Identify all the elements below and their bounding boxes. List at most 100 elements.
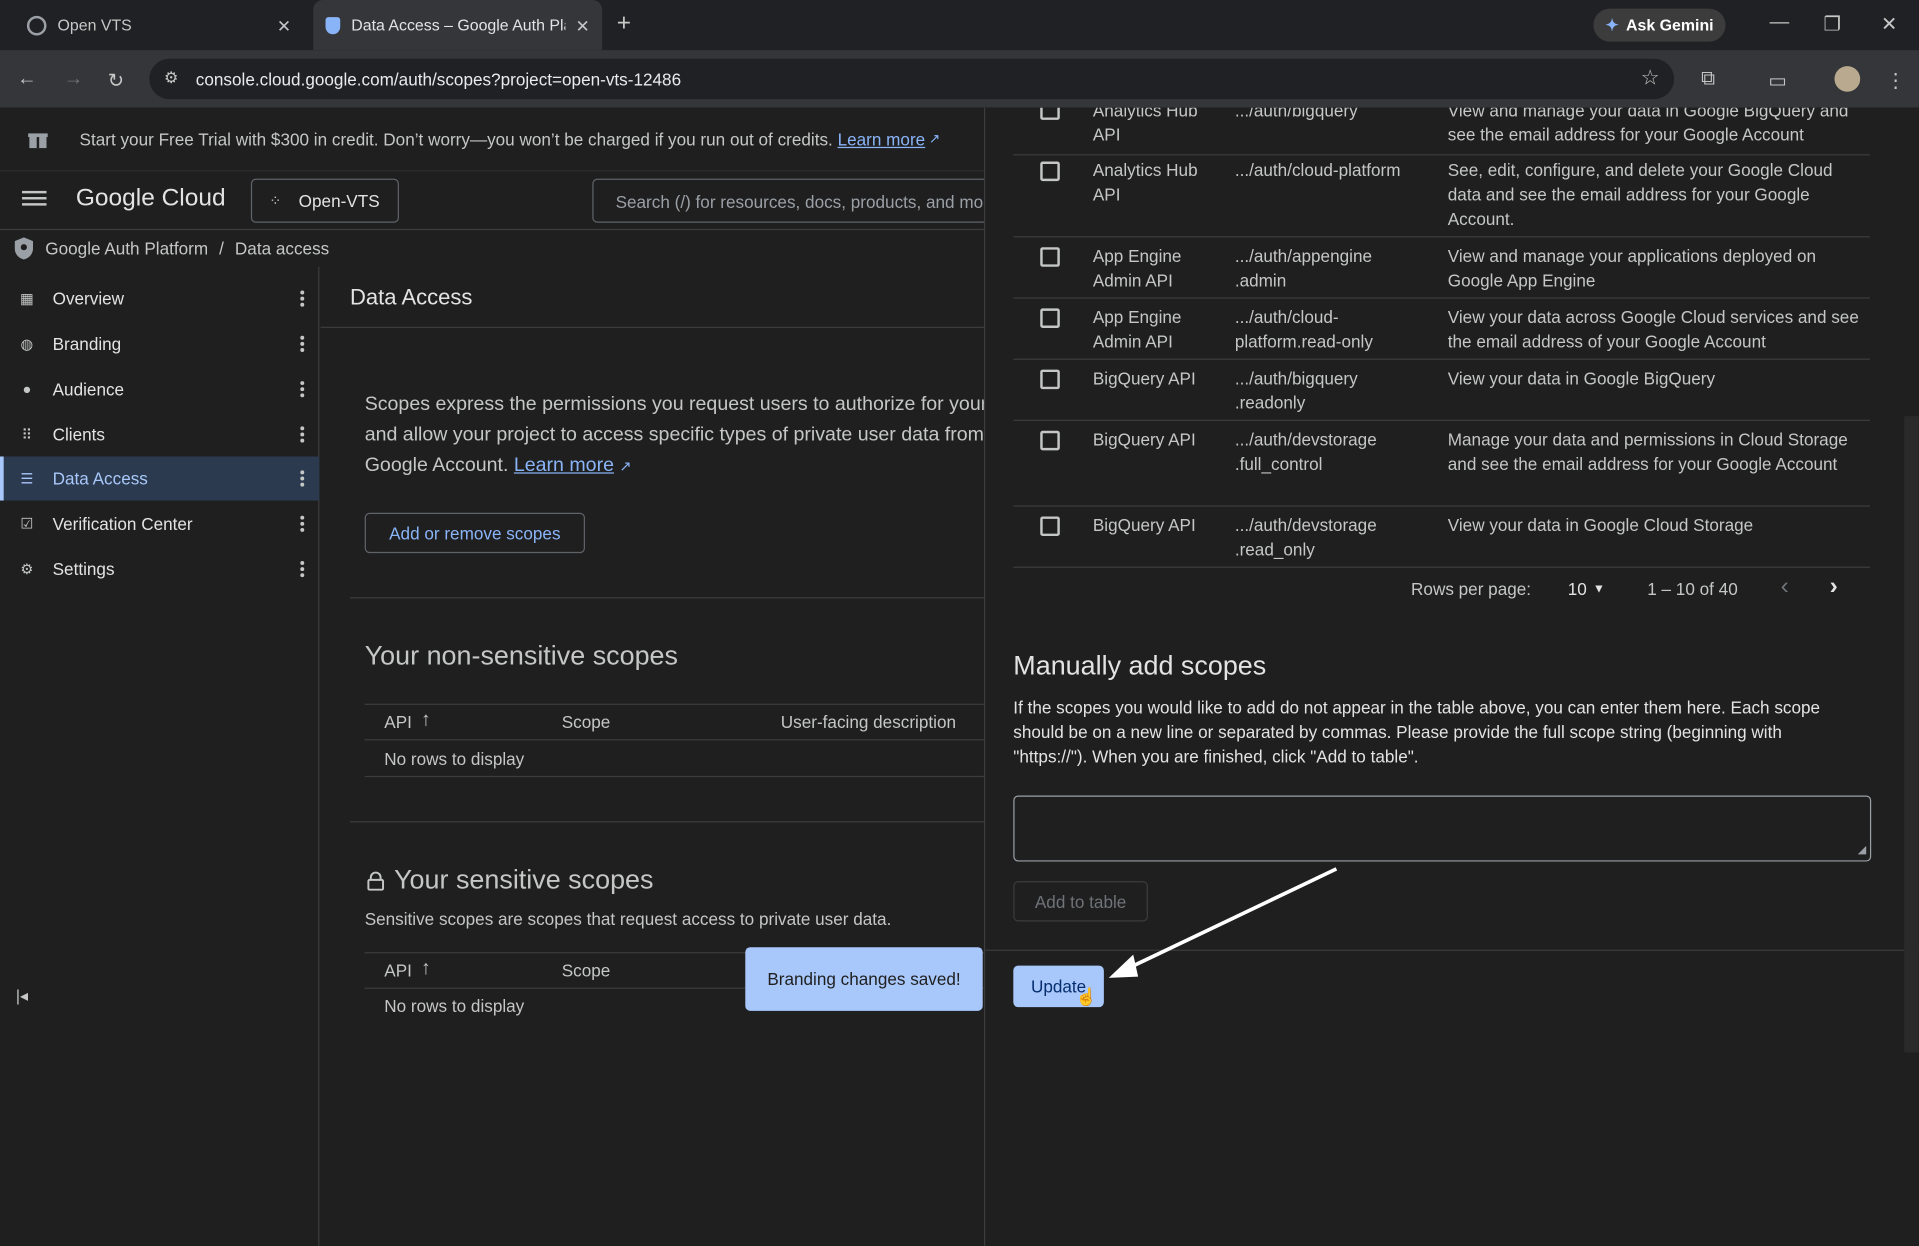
next-page-icon[interactable]: ›: [1830, 573, 1838, 601]
row-checkbox[interactable]: [1040, 161, 1060, 182]
site-info-icon[interactable]: ⚙: [164, 69, 178, 89]
scopes-textarea[interactable]: [1013, 795, 1872, 862]
extensions-icon[interactable]: ⧉: [1701, 69, 1715, 91]
profile-avatar[interactable]: [1834, 66, 1861, 92]
console-search-input[interactable]: Search (/) for resources, docs, products…: [592, 178, 997, 223]
row-scope: .../auth/devstorage .full_control: [1234, 429, 1377, 474]
palette-icon: ◍: [20, 335, 34, 353]
sensitive-scopes-title: Your sensitive scopes: [394, 864, 654, 895]
row-checkbox[interactable]: [1040, 369, 1060, 390]
resize-handle-icon[interactable]: ◢: [1858, 843, 1866, 856]
grid-icon: ⠿: [21, 425, 33, 444]
row-scope: .../auth/cloud-platform: [1234, 160, 1401, 180]
google-cloud-logo[interactable]: Google Cloud: [76, 185, 226, 213]
breadcrumb-root[interactable]: Google Auth Platform: [45, 239, 208, 259]
more-options-icon[interactable]: [300, 335, 305, 352]
back-icon[interactable]: ←: [17, 69, 37, 91]
row-description: See, edit, configure, and delete your Go…: [1447, 160, 1833, 229]
row-description: View and manage your applications deploy…: [1447, 245, 1817, 291]
more-options-icon[interactable]: [300, 560, 305, 578]
banner-learn-more-link[interactable]: Learn more: [838, 129, 926, 149]
scopes-description-text: Scopes express the permissions you reque…: [364, 394, 1028, 477]
scopes-description: Scopes express the permissions you reque…: [365, 389, 1050, 482]
row-checkbox[interactable]: [1040, 308, 1060, 328]
gemini-spark-icon: ✦: [1605, 15, 1619, 34]
page-title: Data Access: [350, 285, 473, 310]
table-row: App Engine Admin API .../auth/appengine …: [1013, 237, 1870, 299]
menu-kebab-icon[interactable]: ⋮: [1886, 69, 1906, 93]
address-bar[interactable]: ⚙ console.cloud.google.com/auth/scopes?p…: [149, 58, 1675, 100]
dashboard-icon: ▦: [19, 290, 34, 308]
sidebar-item-audience[interactable]: ● Audience: [0, 367, 319, 411]
table-row: Analytics Hub API .../auth/bigquery View…: [1013, 107, 1870, 156]
breadcrumb-current: Data access: [234, 238, 330, 259]
row-checkbox[interactable]: [1040, 430, 1060, 451]
more-options-icon[interactable]: [300, 381, 305, 398]
row-description: Manage your data and permissions in Clou…: [1447, 429, 1848, 474]
row-scope: .../auth/appengine .admin: [1234, 245, 1373, 291]
close-tab-icon[interactable]: ✕: [576, 16, 590, 37]
more-options-icon[interactable]: [300, 426, 305, 443]
scopes-learn-more-link[interactable]: Learn more: [514, 455, 614, 476]
sidebar-item-verification-center[interactable]: ☑ Verification Center: [0, 502, 319, 546]
close-tab-icon[interactable]: ✕: [277, 16, 291, 37]
row-api: App Engine Admin API: [1092, 245, 1182, 291]
panel-scrollbar[interactable]: [1904, 416, 1919, 1053]
project-picker-button[interactable]: ⁘ Open-VTS: [250, 178, 399, 223]
reload-icon[interactable]: ↻: [108, 69, 124, 93]
collapse-sidebar-icon[interactable]: |◂: [16, 986, 28, 1006]
dropdown-arrow-icon: ▼: [1592, 581, 1605, 596]
row-checkbox[interactable]: [1040, 107, 1060, 120]
rows-per-page-select[interactable]: 10 ▼: [1568, 575, 1617, 602]
more-options-icon[interactable]: [300, 515, 305, 532]
more-options-icon[interactable]: [300, 290, 305, 307]
add-remove-scopes-button[interactable]: Add or remove scopes: [364, 512, 585, 554]
project-icon: ⁘: [269, 192, 282, 210]
divider: [364, 775, 984, 778]
ask-gemini-button[interactable]: ✦ Ask Gemini: [1593, 8, 1726, 42]
person-icon: ●: [22, 380, 32, 398]
bookmark-star-icon[interactable]: ☆: [1641, 66, 1660, 90]
scopes-side-panel: Analytics Hub API .../auth/bigquery View…: [983, 107, 1919, 1246]
sort-ascending-icon[interactable]: ↑: [421, 958, 431, 980]
sort-ascending-icon[interactable]: ↑: [421, 710, 431, 732]
lock-icon: [367, 871, 385, 891]
cast-icon[interactable]: ▭: [1768, 69, 1787, 93]
sidebar-item-label: Overview: [52, 288, 125, 309]
column-header-api[interactable]: API: [384, 712, 412, 732]
sidebar-item-clients[interactable]: ⠿ Clients: [0, 412, 319, 456]
sidebar-item-branding[interactable]: ◍ Branding: [0, 322, 319, 366]
minimize-icon[interactable]: —: [1770, 12, 1790, 34]
table-row: BigQuery API .../auth/bigquery .readonly…: [1013, 360, 1870, 421]
hamburger-menu-icon[interactable]: [22, 188, 47, 208]
tab-data-access[interactable]: Data Access – Google Auth Plat ✕: [313, 0, 603, 51]
divider: [350, 821, 984, 823]
main-content: Data Access Scopes express the permissio…: [320, 267, 1027, 1246]
sensitive-empty-text: No rows to display: [384, 996, 525, 1016]
row-scope: .../auth/bigquery .readonly: [1234, 368, 1358, 413]
forward-icon[interactable]: →: [64, 69, 84, 91]
table-row: App Engine Admin API .../auth/cloud-plat…: [1013, 299, 1870, 360]
more-options-icon[interactable]: [300, 470, 305, 487]
row-checkbox[interactable]: [1040, 516, 1060, 537]
rows-per-page-label: Rows per page:: [1411, 578, 1532, 599]
new-tab-icon[interactable]: +: [617, 10, 631, 38]
column-header-scope: Scope: [561, 712, 611, 732]
url-text: console.cloud.google.com/auth/scopes?pro…: [195, 69, 682, 89]
table-row: BigQuery API .../auth/devstorage .read_o…: [1013, 507, 1870, 568]
tab-open-vts[interactable]: Open VTS ✕: [10, 0, 304, 50]
sidebar-item-settings[interactable]: ⚙ Settings: [0, 547, 319, 591]
row-scope: .../auth/devstorage .read_only: [1234, 515, 1377, 560]
sidebar-item-data-access[interactable]: ☰ Data Access: [0, 456, 320, 501]
row-description: View your data in Google Cloud Storage: [1447, 515, 1754, 535]
row-checkbox[interactable]: [1040, 247, 1060, 267]
restore-icon[interactable]: ❐: [1823, 12, 1841, 36]
column-header-api[interactable]: API: [384, 961, 412, 981]
data-access-icon: ☰: [20, 469, 34, 488]
close-window-icon[interactable]: ✕: [1881, 12, 1897, 36]
shield-favicon-icon: [325, 16, 341, 34]
snackbar-toast: Branding changes saved!: [745, 947, 983, 1011]
sidebar-item-overview[interactable]: ▦ Overview: [0, 277, 319, 321]
globe-icon: [26, 15, 47, 35]
prev-page-icon[interactable]: ‹: [1781, 573, 1789, 601]
